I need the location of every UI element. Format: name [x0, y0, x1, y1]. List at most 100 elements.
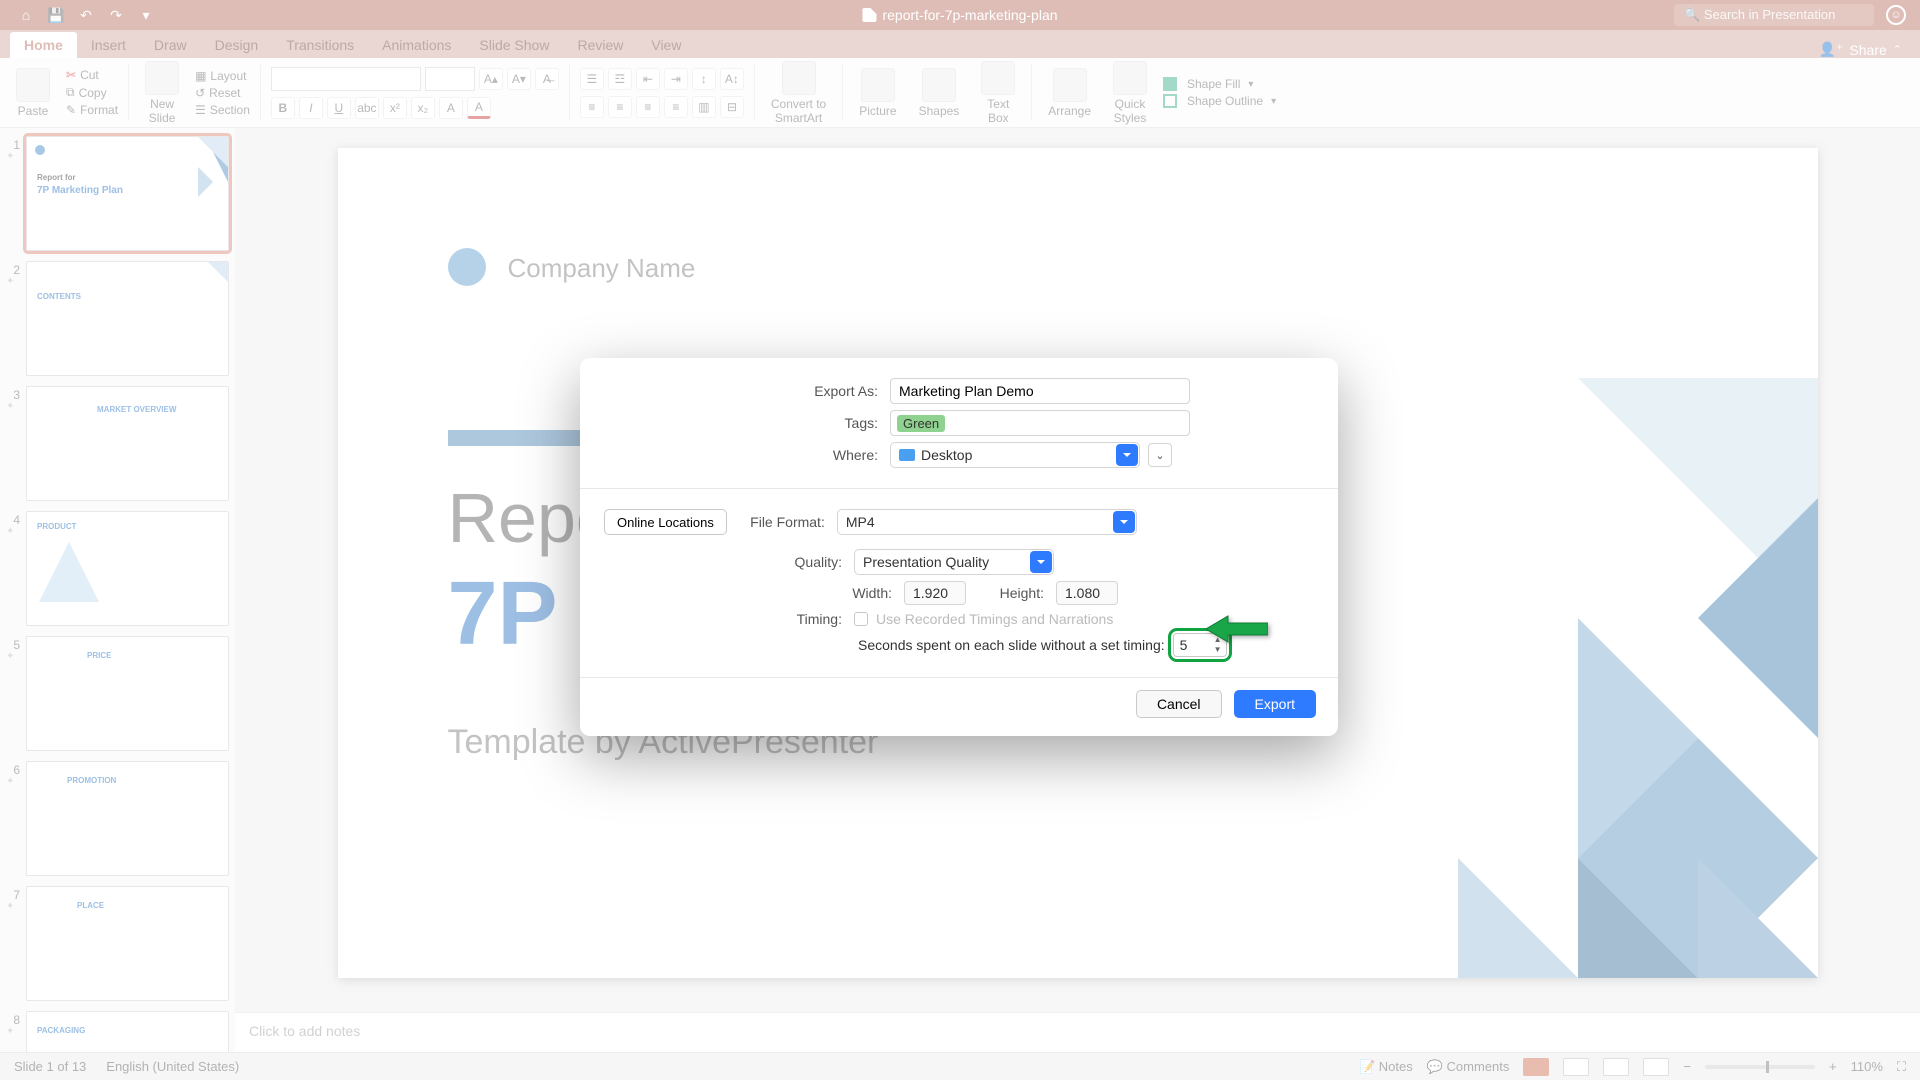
redo-icon[interactable]: ↷ — [108, 7, 124, 23]
slide-thumbnail-4[interactable]: PRODUCT — [26, 511, 229, 626]
align-text-button[interactable]: ⊟ — [720, 96, 744, 118]
notes-toggle[interactable]: 📝 Notes — [1359, 1059, 1413, 1075]
numbering-button[interactable]: ☲ — [608, 68, 632, 90]
home-icon[interactable]: ⌂ — [18, 7, 34, 23]
zoom-slider[interactable] — [1705, 1065, 1815, 1069]
bold-button[interactable]: B — [271, 97, 295, 119]
undo-icon[interactable]: ↶ — [78, 7, 94, 23]
cut-button[interactable]: ✂Cut — [66, 68, 118, 82]
layout-button[interactable]: ▦Layout — [195, 69, 250, 83]
reading-view-button[interactable] — [1603, 1058, 1629, 1076]
tab-animations[interactable]: Animations — [368, 32, 465, 58]
textbox-button[interactable]: Text Box — [975, 61, 1021, 125]
where-select[interactable]: Desktop — [890, 442, 1140, 468]
new-slide-button[interactable]: New Slide — [139, 61, 185, 125]
tab-home[interactable]: Home — [10, 32, 77, 58]
increase-font-button[interactable]: A▴ — [479, 68, 503, 90]
slide-thumbnail-3[interactable]: MARKET OVERVIEW — [26, 386, 229, 501]
arrange-button[interactable]: Arrange — [1042, 68, 1097, 118]
tab-draw[interactable]: Draw — [140, 32, 201, 58]
share-button[interactable]: 👤⁺ Share ⌃ — [1819, 41, 1920, 58]
font-size-select[interactable] — [425, 67, 475, 91]
tab-review[interactable]: Review — [563, 32, 637, 58]
slide-thumbnail-6[interactable]: PROMOTION — [26, 761, 229, 876]
sorter-view-button[interactable] — [1563, 1058, 1589, 1076]
stepper-up-icon[interactable]: ▲ — [1212, 636, 1224, 644]
format-button[interactable]: ✎Format — [66, 103, 118, 117]
slide-thumbnail-7[interactable]: PLACE — [26, 886, 229, 1001]
shapes-button[interactable]: Shapes — [913, 68, 966, 118]
file-format-select[interactable]: MP4 — [837, 509, 1137, 535]
slide-counter[interactable]: Slide 1 of 13 — [14, 1059, 86, 1074]
stepper-spin-buttons[interactable]: ▲▼ — [1212, 636, 1224, 654]
zoom-out-button[interactable]: − — [1683, 1059, 1691, 1074]
text-direction-button[interactable]: A↕ — [720, 68, 744, 90]
slideshow-view-button[interactable] — [1643, 1058, 1669, 1076]
convert-smartart-button[interactable]: Convert to SmartArt — [765, 61, 832, 125]
file-format-dropdown-button[interactable] — [1113, 511, 1135, 533]
shape-outline-button[interactable]: Shape Outline▾ — [1163, 94, 1276, 108]
paste-button[interactable]: Paste — [10, 68, 56, 118]
columns-button[interactable]: ▥ — [692, 96, 716, 118]
cancel-button[interactable]: Cancel — [1136, 690, 1222, 718]
bullets-button[interactable]: ☰ — [580, 68, 604, 90]
fit-to-window-button[interactable]: ⛶ — [1897, 1059, 1906, 1075]
copy-button[interactable]: ⧉Copy — [66, 85, 118, 100]
decrease-font-button[interactable]: A▾ — [507, 68, 531, 90]
tag-chip-green[interactable]: Green — [897, 415, 945, 432]
tab-transitions[interactable]: Transitions — [272, 32, 368, 58]
italic-button[interactable]: I — [299, 97, 323, 119]
tab-design[interactable]: Design — [201, 32, 273, 58]
shape-fill-button[interactable]: Shape Fill▾ — [1163, 77, 1276, 91]
highlight-button[interactable]: A — [439, 97, 463, 119]
clear-format-button[interactable]: A̶ — [535, 68, 559, 90]
font-color-button[interactable]: A — [467, 97, 491, 119]
quick-styles-button[interactable]: Quick Styles — [1107, 61, 1153, 125]
tab-slideshow[interactable]: Slide Show — [465, 32, 563, 58]
slide-thumbnails-panel[interactable]: 1✦ Report for 7P Marketing Plan 2✦CONTEN… — [0, 128, 235, 1052]
outdent-button[interactable]: ⇤ — [636, 68, 660, 90]
superscript-button[interactable]: x² — [383, 97, 407, 119]
quality-select[interactable]: Presentation Quality — [854, 549, 1054, 575]
align-right-button[interactable]: ≡ — [636, 96, 660, 118]
underline-button[interactable]: U — [327, 97, 351, 119]
normal-view-button[interactable] — [1523, 1058, 1549, 1076]
chevron-up-icon[interactable]: ⌃ — [1893, 43, 1902, 56]
user-avatar-icon[interactable]: ☺ — [1886, 5, 1906, 25]
align-center-button[interactable]: ≡ — [608, 96, 632, 118]
quality-dropdown-button[interactable] — [1030, 551, 1052, 573]
align-left-button[interactable]: ≡ — [580, 96, 604, 118]
company-name-text[interactable]: Company Name — [508, 253, 696, 284]
zoom-in-button[interactable]: + — [1829, 1059, 1837, 1074]
justify-button[interactable]: ≡ — [664, 96, 688, 118]
picture-button[interactable]: Picture — [853, 68, 902, 118]
tags-field[interactable]: Green — [890, 410, 1190, 436]
zoom-percent[interactable]: 110% — [1851, 1059, 1883, 1074]
slide-thumbnail-1[interactable]: Report for 7P Marketing Plan — [26, 136, 229, 251]
strike-button[interactable]: abc — [355, 97, 379, 119]
slide-thumbnail-2[interactable]: CONTENTS — [26, 261, 229, 376]
language-indicator[interactable]: English (United States) — [106, 1059, 239, 1074]
customize-icon[interactable]: ▾ — [138, 7, 154, 23]
reset-button[interactable]: ↺Reset — [195, 86, 250, 100]
use-recorded-timings-checkbox[interactable] — [854, 612, 868, 626]
where-dropdown-button[interactable] — [1116, 444, 1138, 466]
export-as-field[interactable] — [890, 378, 1190, 404]
notes-pane[interactable]: Click to add notes — [235, 1012, 1920, 1052]
online-locations-button[interactable]: Online Locations — [604, 509, 727, 535]
company-logo-placeholder[interactable] — [448, 248, 486, 286]
slide-thumbnail-8[interactable]: PACKAGING — [26, 1011, 229, 1052]
stepper-down-icon[interactable]: ▼ — [1212, 646, 1224, 654]
tab-view[interactable]: View — [637, 32, 695, 58]
seconds-per-slide-stepper[interactable]: 5 ▲▼ — [1173, 633, 1227, 657]
search-box[interactable]: 🔍 Search in Presentation — [1674, 4, 1874, 26]
expand-browser-button[interactable]: ⌄ — [1148, 443, 1172, 467]
line-spacing-button[interactable]: ↕ — [692, 68, 716, 90]
tab-insert[interactable]: Insert — [77, 32, 140, 58]
height-field[interactable]: 1.080 — [1056, 581, 1118, 605]
slide-thumbnail-5[interactable]: PRICE — [26, 636, 229, 751]
subscript-button[interactable]: x₂ — [411, 97, 435, 119]
font-family-select[interactable] — [271, 67, 421, 91]
width-field[interactable]: 1.920 — [904, 581, 966, 605]
section-button[interactable]: ☰Section — [195, 103, 250, 117]
